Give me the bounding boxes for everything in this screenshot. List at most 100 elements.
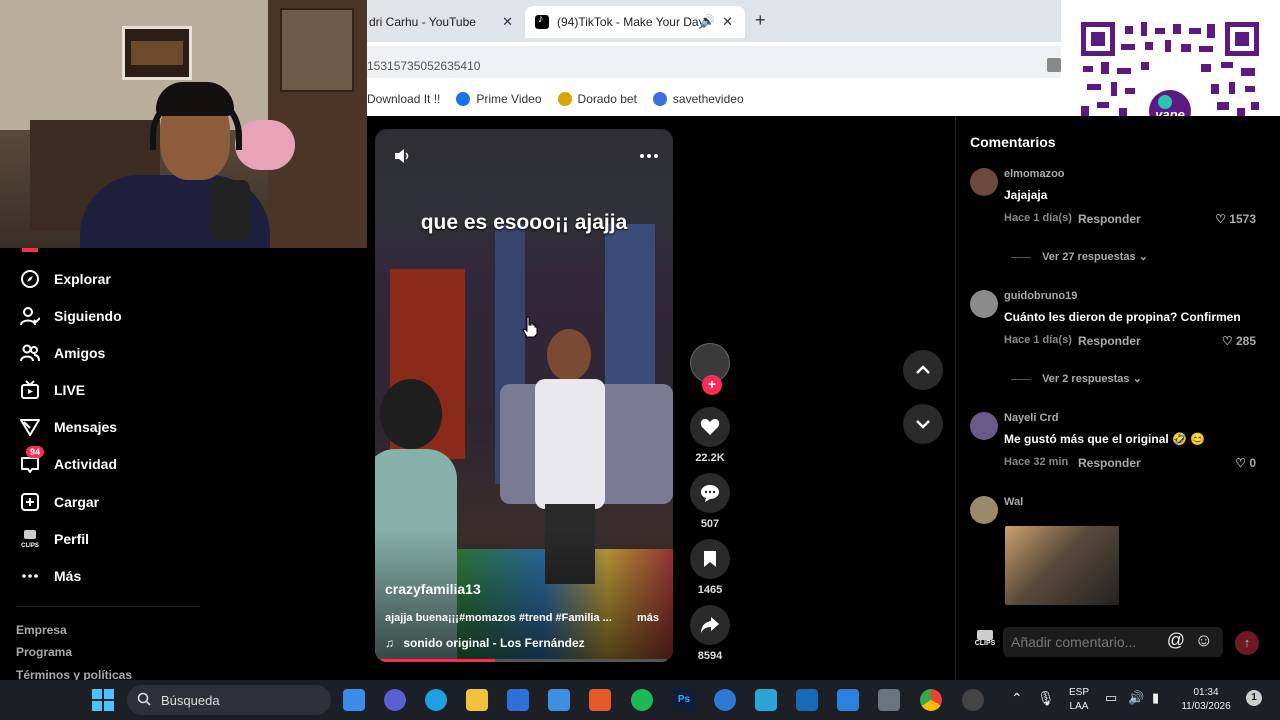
add-comment-input[interactable]: Añadir comentario... @ ☺: [1003, 627, 1223, 657]
comment-button[interactable]: 507: [688, 473, 732, 530]
clock[interactable]: 01:34 11/03/2026: [1176, 687, 1236, 712]
share-button[interactable]: 8594: [688, 605, 732, 662]
comments-panel: Comentarios elmomazoo Jajajaja Hace 1 dí…: [955, 116, 1280, 680]
comment-like-button[interactable]: ♡ 0: [1235, 456, 1256, 470]
browser-tab-bar: dri Carhu - YouTube ✕ (94)TikTok - Make …: [367, 0, 1061, 42]
chevron-down-icon: [916, 420, 930, 429]
comment-item: elmomazoo Jajajaja Hace 1 día(s) Respond…: [970, 168, 1270, 228]
sidebar-item-amigos[interactable]: Amigos: [20, 343, 105, 363]
speaker-icon[interactable]: 🔊: [700, 14, 715, 28]
bookmark-dorado-bet[interactable]: Dorado bet: [557, 92, 637, 106]
more-options-icon[interactable]: [639, 147, 659, 170]
sidebar-item-perfil[interactable]: CLIPS Perfil: [20, 529, 89, 549]
sidebar-item-live[interactable]: LIVE: [20, 380, 85, 400]
network-icon[interactable]: ▭: [1105, 690, 1117, 706]
sidebar-item-explorar[interactable]: Explorar: [20, 269, 111, 289]
view-replies-button[interactable]: Ver 27 respuestas ⌄: [1011, 250, 1148, 263]
bookmark-prime-video[interactable]: Prime Video: [456, 92, 542, 106]
footer-link-terminos[interactable]: Términos y políticas: [16, 668, 132, 680]
avatar[interactable]: [970, 496, 998, 524]
comment-text: Cuánto les dieron de propina? Confirmen: [1004, 310, 1241, 324]
battery-icon[interactable]: ▮: [1152, 690, 1159, 706]
comment-user[interactable]: Nayeli Crd: [1004, 412, 1058, 424]
settings-gear-icon[interactable]: [962, 689, 984, 711]
task-view-icon[interactable]: [343, 689, 365, 711]
reply-button[interactable]: Responder: [1078, 212, 1141, 226]
bookmark-savethevideo[interactable]: savethevideo: [652, 92, 744, 106]
sidebar-item-mas[interactable]: Más: [20, 566, 81, 586]
translate-icon[interactable]: [1047, 58, 1061, 72]
avatar[interactable]: [970, 290, 998, 318]
hand-cursor-icon: [522, 316, 538, 343]
volume-icon[interactable]: 🔊: [1128, 690, 1144, 706]
previous-video-button[interactable]: [903, 350, 943, 390]
calendar-icon[interactable]: [837, 689, 859, 711]
comment-user[interactable]: Wal: [1004, 496, 1023, 508]
new-tab-button[interactable]: +: [755, 10, 766, 31]
close-icon[interactable]: ✕: [722, 14, 733, 30]
comment-image[interactable]: [1005, 526, 1119, 605]
notification-icon[interactable]: 1: [1246, 690, 1262, 706]
mail-icon[interactable]: [548, 689, 570, 711]
view-replies-button[interactable]: Ver 2 respuestas ⌄: [1011, 372, 1142, 385]
taskbar-search[interactable]: Búsqueda: [127, 685, 331, 715]
spotify-icon[interactable]: [631, 689, 653, 711]
like-button[interactable]: 22.2K: [688, 407, 732, 464]
store-icon[interactable]: [507, 689, 529, 711]
microphone-icon[interactable]: 🎙: [1037, 690, 1055, 707]
tiktok-icon: [535, 13, 549, 29]
creator-avatar[interactable]: +: [690, 343, 730, 395]
file-explorer-icon[interactable]: [466, 689, 488, 711]
comment-user[interactable]: elmomazoo: [1004, 168, 1065, 180]
avatar[interactable]: [970, 412, 998, 440]
comment-icon: [690, 473, 730, 513]
sidebar-item-siguiendo[interactable]: Siguiendo: [20, 306, 122, 326]
url-input[interactable]: 15315735052635410: [367, 46, 1061, 78]
video-progress-bar[interactable]: [381, 659, 667, 662]
description-more-link[interactable]: más: [637, 612, 659, 624]
tab-youtube[interactable]: dri Carhu - YouTube ✕: [367, 6, 525, 38]
chrome-icon[interactable]: [920, 689, 942, 711]
chevron-up-icon[interactable]: ⌃: [1011, 690, 1023, 707]
photoshop-icon[interactable]: Ps: [673, 689, 695, 711]
mention-icon[interactable]: @: [1167, 630, 1185, 651]
video-sound[interactable]: ♫ sonido original - Los Fernández: [385, 636, 585, 650]
like-count: 22.2K: [695, 452, 725, 464]
onedrive-icon[interactable]: [714, 689, 736, 711]
windows-start-icon[interactable]: [92, 689, 114, 716]
avatar[interactable]: [970, 168, 998, 196]
tab-tiktok[interactable]: (94)TikTok - Make Your Day 🔊 ✕: [525, 6, 745, 38]
reply-button[interactable]: Responder: [1078, 334, 1141, 348]
comment-like-button[interactable]: ♡ 1573: [1215, 212, 1256, 226]
footer-link-programa[interactable]: Programa: [16, 645, 72, 659]
next-video-button[interactable]: [903, 404, 943, 444]
teams-icon[interactable]: [384, 689, 406, 711]
sidebar-item-mensajes[interactable]: Mensajes: [20, 417, 117, 437]
send-comment-button[interactable]: ↑: [1235, 631, 1259, 655]
calculator-icon[interactable]: [878, 689, 900, 711]
outlook-icon[interactable]: [796, 689, 818, 711]
comment-like-button[interactable]: ♡ 285: [1222, 334, 1256, 348]
edge-icon[interactable]: [425, 689, 447, 711]
volume-icon[interactable]: [393, 147, 411, 170]
follow-plus-icon[interactable]: +: [702, 375, 722, 395]
search-icon: [137, 692, 151, 709]
emoji-icon[interactable]: ☺: [1195, 630, 1213, 651]
bookmark-download-it[interactable]: Download It !!: [367, 92, 440, 106]
media-player-icon[interactable]: [589, 689, 611, 711]
language-indicator[interactable]: ESP LAA: [1062, 687, 1096, 712]
profile-icon: CLIPS: [20, 529, 40, 549]
save-button[interactable]: 1465: [688, 539, 732, 596]
sidebar-item-cargar[interactable]: Cargar: [20, 492, 99, 512]
video-player[interactable]: que es esooo¡¡ ajajja crazyfamilia13 aja…: [375, 129, 673, 662]
comment-user[interactable]: guidobruno19: [1004, 290, 1077, 302]
reply-button[interactable]: Responder: [1078, 456, 1141, 470]
upload-icon: [20, 492, 40, 512]
video-username[interactable]: crazyfamilia13: [385, 581, 481, 597]
close-icon[interactable]: ✕: [502, 14, 513, 30]
comments-title: Comentarios: [970, 134, 1056, 150]
sidebar-item-actividad[interactable]: 94 Actividad: [20, 446, 117, 474]
bookmark-icon: [690, 539, 730, 579]
notepad-icon[interactable]: [755, 689, 777, 711]
footer-link-empresa[interactable]: Empresa: [16, 623, 67, 637]
